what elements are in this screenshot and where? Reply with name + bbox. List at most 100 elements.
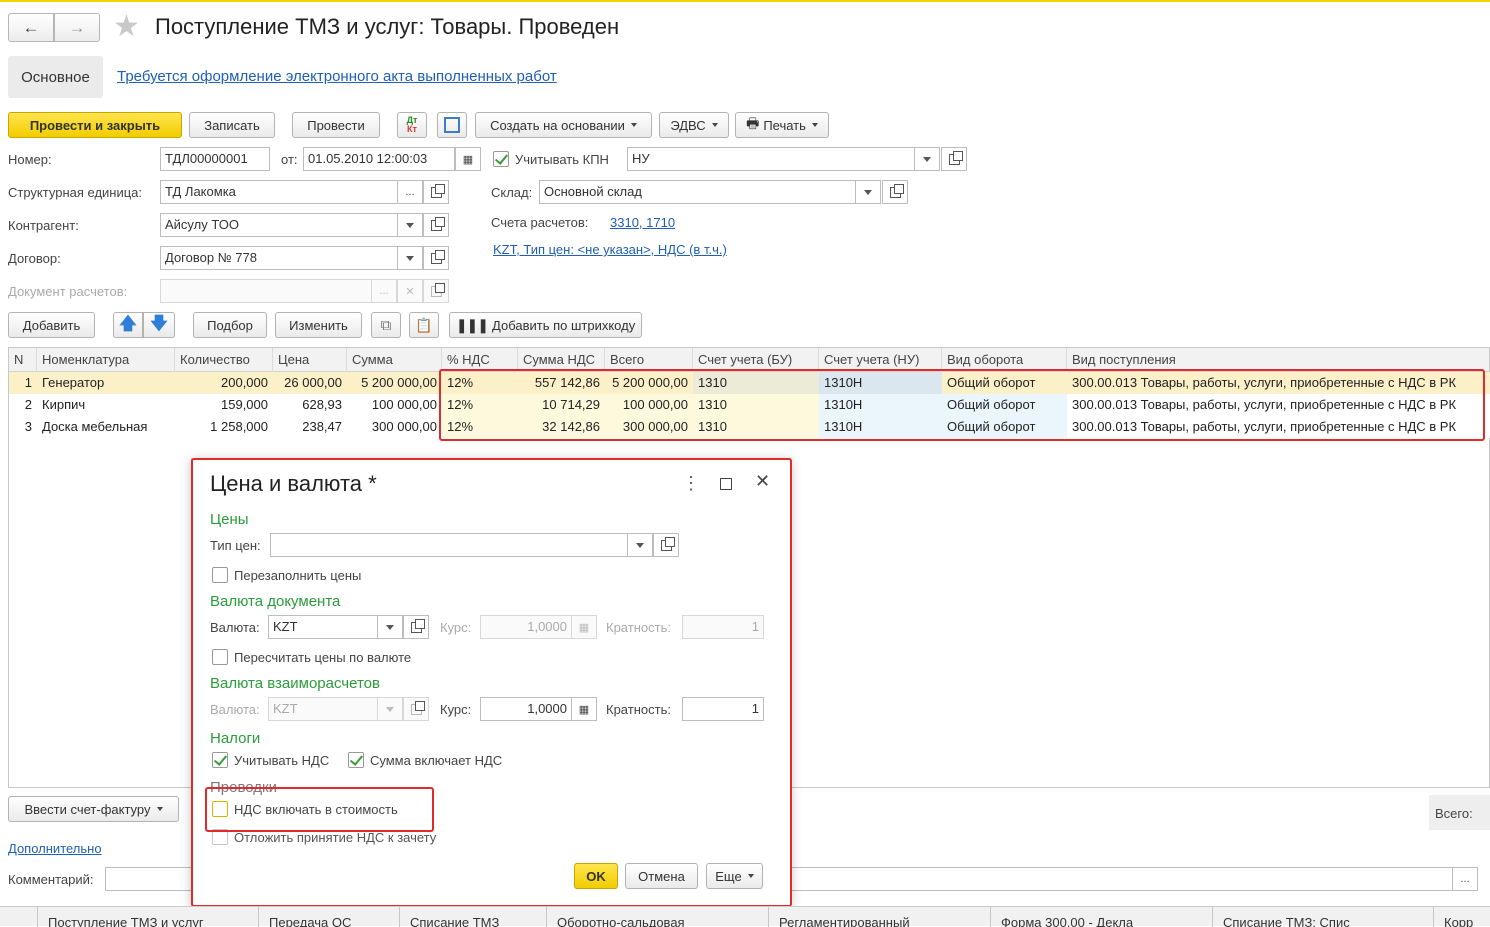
act-link[interactable]: Требуется оформление электронного акта в… xyxy=(117,68,557,85)
calendar-button[interactable]: ▦ xyxy=(455,147,481,171)
back-button[interactable]: ← xyxy=(8,13,54,42)
open-icon xyxy=(889,183,904,198)
top-accent-line xyxy=(0,0,1490,2)
settle-doc-field xyxy=(160,279,372,303)
settle-doc-clear-button: ✕ xyxy=(397,279,423,303)
row-name[interactable]: Генератор xyxy=(37,372,175,394)
row-price[interactable]: 238,47 xyxy=(273,416,347,438)
contract-open-button[interactable] xyxy=(423,246,449,270)
chevron-down-icon xyxy=(156,807,163,811)
col-n[interactable]: N xyxy=(9,348,37,372)
hierarchy-icon xyxy=(444,117,460,133)
window-tab-2[interactable]: Передача ОС xyxy=(259,907,400,927)
row-qty[interactable]: 1 258,000 xyxy=(175,416,273,438)
highlight-vat-columns xyxy=(439,369,1485,441)
create-based-button[interactable]: Создать на основании xyxy=(475,112,652,138)
favorite-star-icon[interactable]: ★ xyxy=(113,9,140,44)
unit-open-button[interactable] xyxy=(423,180,449,204)
settle-doc-open-button xyxy=(423,279,449,303)
structure-button[interactable] xyxy=(437,112,467,138)
from-label: от: xyxy=(281,152,298,167)
row-name[interactable]: Кирпич xyxy=(37,394,175,416)
row-n[interactable]: 3 xyxy=(9,416,37,438)
settle-doc-select-button: ... xyxy=(371,279,397,303)
open-icon xyxy=(430,249,445,264)
pick-button[interactable]: Подбор xyxy=(193,312,267,338)
kpn-label: Учитывать КПН xyxy=(515,152,609,167)
contract-dropdown-button[interactable] xyxy=(397,246,423,270)
comment-select-button[interactable]: ... xyxy=(1452,867,1478,891)
window-tab-1[interactable]: Поступление ТМЗ и услуг xyxy=(38,907,259,927)
highlight-vat-in-cost xyxy=(205,787,434,832)
unit-field[interactable]: ТД Лакомка xyxy=(160,180,398,204)
tab-main[interactable]: Основное xyxy=(8,56,103,98)
print-button[interactable]: 🖶 Печать xyxy=(735,112,829,138)
row-price[interactable]: 26 000,00 xyxy=(273,372,347,394)
more-link[interactable]: Дополнительно xyxy=(8,841,102,856)
contractor-dropdown-button[interactable] xyxy=(397,213,423,237)
enter-invoice-button[interactable]: Ввести счет-фактуру xyxy=(8,796,179,822)
chevron-down-icon xyxy=(711,123,718,127)
row-sum[interactable]: 100 000,00 xyxy=(347,394,442,416)
warehouse-open-button[interactable] xyxy=(882,180,908,204)
add-row-button[interactable]: Добавить xyxy=(8,312,95,338)
contract-field[interactable]: Договор № 778 xyxy=(160,246,398,270)
window-tab-5[interactable]: Регламентированный xyxy=(769,907,991,927)
row-n[interactable]: 2 xyxy=(9,394,37,416)
row-price[interactable]: 628,93 xyxy=(273,394,347,416)
forward-button[interactable]: → xyxy=(54,13,100,42)
window-tab-8[interactable]: Корр xyxy=(1434,907,1490,927)
create-based-label: Создать на основании xyxy=(490,117,625,133)
comment-label: Комментарий: xyxy=(8,872,94,887)
row-sum[interactable]: 5 200 000,00 xyxy=(347,372,442,394)
window-tab-3[interactable]: Списание ТМЗ xyxy=(400,907,547,927)
edit-row-button[interactable]: Изменить xyxy=(275,312,362,338)
warehouse-field[interactable]: Основной склад xyxy=(539,180,856,204)
price-settings-link[interactable]: KZT, Тип цен: <не указан>, НДС (в т.ч.) xyxy=(493,242,727,257)
row-qty[interactable]: 159,000 xyxy=(175,394,273,416)
chevron-down-icon xyxy=(811,123,818,127)
chevron-down-icon xyxy=(864,189,872,195)
warehouse-dropdown-button[interactable] xyxy=(855,180,881,204)
row-name[interactable]: Доска мебельная xyxy=(37,416,175,438)
arrow-up-icon: 🡅 xyxy=(119,313,137,333)
post-button[interactable]: Провести xyxy=(292,112,380,138)
accounts-link[interactable]: 3310, 1710 xyxy=(610,215,675,230)
paste-row-button: 📋 xyxy=(409,312,439,338)
barcode-label: Добавить по штрихкоду xyxy=(492,317,636,333)
number-field[interactable]: ТДЛ00000001 xyxy=(160,147,270,171)
kpn-dropdown-button[interactable] xyxy=(914,147,940,171)
kpn-checkbox[interactable] xyxy=(493,151,509,167)
copy-row-button[interactable]: ⧉ xyxy=(371,312,401,338)
date-field[interactable]: 01.05.2010 12:00:03 xyxy=(303,147,455,171)
arrow-down-icon: 🡇 xyxy=(150,313,168,333)
open-icon xyxy=(430,216,445,231)
close-icon: ✕ xyxy=(405,285,415,298)
window-tab-6[interactable]: Форма 300.00 - Декла xyxy=(991,907,1213,927)
col-qty[interactable]: Количество xyxy=(175,348,273,372)
col-price[interactable]: Цена xyxy=(273,348,347,372)
row-qty[interactable]: 200,000 xyxy=(175,372,273,394)
move-up-button[interactable]: 🡅 xyxy=(113,312,143,338)
post-and-close-button[interactable]: Провести и закрыть xyxy=(8,112,182,138)
arrow-right-icon: → xyxy=(68,17,86,37)
number-label: Номер: xyxy=(8,152,52,167)
col-name[interactable]: Номенклатура xyxy=(37,348,175,372)
arrow-left-icon: ← xyxy=(22,17,40,37)
save-button[interactable]: Записать xyxy=(189,112,275,138)
window-tab-7[interactable]: Списание ТМЗ: Спис xyxy=(1213,907,1434,927)
unit-select-button[interactable]: ... xyxy=(397,180,423,204)
row-sum[interactable]: 300 000,00 xyxy=(347,416,442,438)
kpn-open-button[interactable] xyxy=(941,147,967,171)
add-by-barcode-button[interactable]: ❚❚❚ Добавить по штрихкоду xyxy=(449,312,642,338)
move-down-button[interactable]: 🡇 xyxy=(143,312,175,338)
dt-kt-button[interactable]: Дт Кт xyxy=(397,112,427,138)
tab-home[interactable] xyxy=(0,907,38,927)
contractor-field[interactable]: Айсулу ТОО xyxy=(160,213,398,237)
contractor-open-button[interactable] xyxy=(423,213,449,237)
kpn-field[interactable]: НУ xyxy=(627,147,915,171)
edvs-button[interactable]: ЭДВС xyxy=(659,112,729,138)
row-n[interactable]: 1 xyxy=(9,372,37,394)
col-sum[interactable]: Сумма xyxy=(347,348,442,372)
window-tab-4[interactable]: Оборотно-сальдовая xyxy=(547,907,769,927)
